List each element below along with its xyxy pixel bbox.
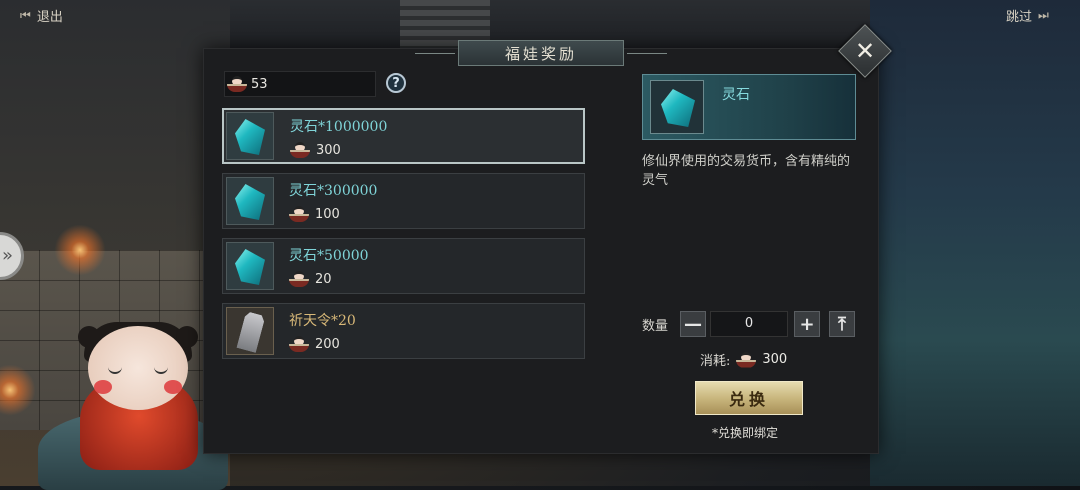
spirit-stone-icon	[235, 184, 265, 220]
currency-amount: 53	[251, 76, 268, 92]
spirit-stone-icon	[235, 119, 265, 155]
exchange-button[interactable]: 兑换	[695, 381, 803, 415]
item-price-value: 300	[316, 142, 341, 158]
item-price: 300	[290, 142, 341, 158]
max-arrow-icon: ⤒	[838, 313, 846, 335]
minus-icon: —	[684, 313, 702, 335]
plus-icon: +	[799, 313, 815, 335]
bind-note: *兑换即绑定	[712, 426, 779, 440]
skip-forward-icon: ⏭	[1038, 8, 1049, 22]
currency-balance: 53	[224, 71, 376, 97]
increase-button[interactable]: +	[794, 311, 820, 337]
close-icon[interactable]: ✕	[846, 32, 884, 70]
max-quantity-button[interactable]: ⤒	[829, 311, 855, 337]
item-price: 100	[289, 206, 340, 222]
item-row[interactable]: 灵石*1000000 300	[222, 108, 585, 164]
detail-thumbnail	[650, 80, 704, 134]
skip-back-icon: ⏮	[20, 8, 31, 22]
item-price: 20	[289, 271, 332, 287]
sparkle-effect	[50, 220, 110, 280]
item-row[interactable]: 祈天令*20 200	[222, 303, 585, 359]
exit-label: 退出	[36, 10, 63, 25]
skip-label: 跳过	[1006, 10, 1033, 25]
quantity-label: 数量	[642, 319, 669, 334]
cost-value: 300	[762, 352, 788, 367]
item-name: 灵石*300000	[289, 183, 378, 199]
skip-button[interactable]: 跳过 ⏭	[1006, 6, 1049, 25]
item-thumbnail	[226, 307, 274, 355]
item-price-value: 200	[315, 336, 340, 352]
item-row[interactable]: 灵石*300000 100	[222, 173, 585, 229]
cost-label: 消耗:	[700, 354, 731, 369]
cost-display: 消耗: 300	[700, 350, 787, 369]
item-name: 灵石*50000	[289, 248, 369, 264]
exit-button[interactable]: ⏮ 退出	[20, 6, 63, 25]
fuwa-doll-icon	[227, 76, 247, 92]
item-price-value: 100	[315, 206, 340, 222]
spirit-stone-icon	[661, 89, 695, 127]
spirit-stone-icon	[235, 249, 265, 285]
help-icon[interactable]: ?	[386, 73, 406, 93]
item-name: 灵石*1000000	[290, 119, 388, 135]
panel-title: 福娃奖励	[415, 40, 667, 66]
item-thumbnail	[226, 242, 274, 290]
prayer-token-icon	[236, 311, 265, 353]
item-thumbnail	[226, 177, 274, 225]
item-price: 200	[289, 336, 340, 352]
decrease-button[interactable]: —	[680, 311, 706, 337]
item-name: 祈天令*20	[289, 313, 356, 329]
fuwa-doll-icon	[289, 271, 309, 287]
fuwa-doll-icon	[289, 336, 309, 352]
chevron-right-icon: »	[1, 245, 13, 266]
fuwa-doll-icon	[290, 142, 310, 158]
item-row[interactable]: 灵石*50000 20	[222, 238, 585, 294]
fuwa-doll-icon	[736, 351, 757, 368]
item-thumbnail	[226, 112, 274, 160]
quantity-input[interactable]: 0	[710, 311, 788, 337]
fuwa-doll-icon	[289, 206, 309, 222]
item-price-value: 20	[315, 271, 332, 287]
detail-item-name: 灵石	[722, 87, 750, 103]
item-description: 修仙界使用的交易货币，含有精纯的灵气	[642, 154, 851, 188]
background-right-scene	[870, 0, 1080, 486]
